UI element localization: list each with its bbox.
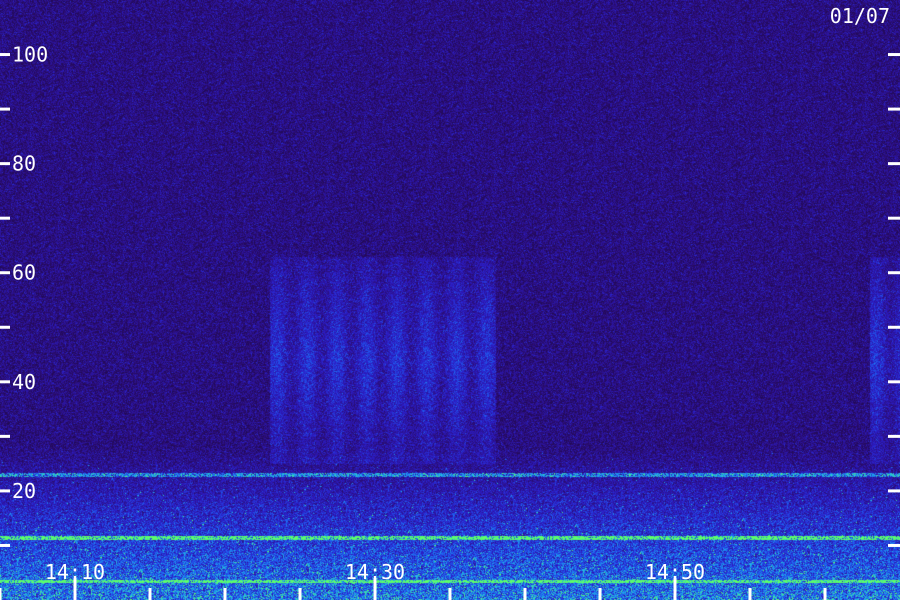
- y-tick-label: 60: [12, 261, 36, 285]
- x-tick-label: 14:10: [45, 560, 105, 584]
- x-tick-label: 14:30: [345, 560, 405, 584]
- y-tick-label: 80: [12, 152, 36, 176]
- spectrogram-chart: 20 40 60 80 100 14:10 14:30 14:50 01/07: [0, 0, 900, 600]
- y-tick-label: 100: [12, 43, 48, 67]
- y-axis: 20 40 60 80 100: [0, 43, 900, 547]
- y-tick-label: 20: [12, 479, 36, 503]
- y-tick-label: 40: [12, 370, 36, 394]
- x-tick-label: 14:50: [645, 560, 705, 584]
- x-axis: 14:10 14:30 14:50: [0, 560, 827, 600]
- chart-overlay: 20 40 60 80 100 14:10 14:30 14:50 01/07: [0, 4, 900, 600]
- date-label: 01/07: [830, 4, 890, 28]
